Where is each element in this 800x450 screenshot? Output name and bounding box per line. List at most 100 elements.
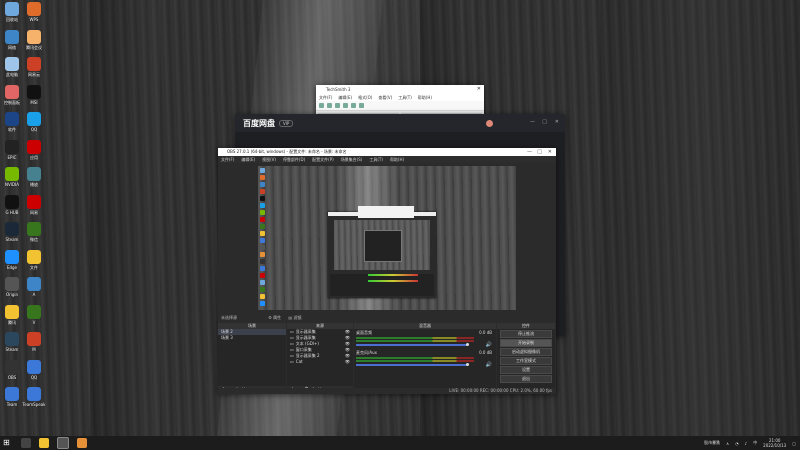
desktop-shortcut[interactable]: A <box>22 277 46 304</box>
desktop-shortcut[interactable]: G HUB <box>0 194 24 222</box>
shortcut-label: QQ <box>30 127 38 132</box>
clock[interactable]: 21:00 2022/10/13 <box>763 438 786 448</box>
obs-window[interactable]: OBS 27.0.1 (64-bit, windows) - 配置文件: 未命名… <box>218 148 556 394</box>
eye-icon[interactable]: 👁 <box>345 359 350 365</box>
desktop-shortcut[interactable]: 控制面板 <box>0 84 24 112</box>
obs-preview[interactable] <box>258 166 516 310</box>
obs-taskbar-icon[interactable] <box>57 437 69 449</box>
desktop-shortcut[interactable]: 此电脑 <box>0 57 24 84</box>
desktop-shortcut[interactable]: 腾讯 <box>0 304 24 332</box>
menu-item[interactable]: 工具(T) <box>369 156 383 163</box>
shortcut-label: MSI <box>30 99 38 105</box>
desktop-shortcut[interactable]: Edge <box>0 249 24 277</box>
minimize-icon[interactable]: — <box>530 119 535 125</box>
desktop-shortcut[interactable]: OBS <box>0 359 24 387</box>
tool-icon[interactable] <box>327 103 332 108</box>
desktop-shortcut[interactable]: M <box>22 332 46 359</box>
menu-item[interactable]: 视图(V) <box>262 156 276 163</box>
menu-item[interactable]: 格式(O) <box>358 94 372 101</box>
obs-titlebar[interactable]: OBS 27.0.1 (64-bit, windows) - 配置文件: 未命名… <box>218 148 556 156</box>
chevron-up-icon[interactable]: ∧ <box>726 441 729 446</box>
shortcut-label: 文件 <box>30 264 38 270</box>
menu-item[interactable]: 停靠部件(D) <box>283 156 305 163</box>
menu-item[interactable]: 工具(T) <box>398 94 412 101</box>
desktop-shortcut[interactable]: QQ <box>22 359 46 387</box>
mini-desktop-icon <box>260 217 265 222</box>
scene-item[interactable]: 场景 3 <box>218 335 286 341</box>
desktop-shortcut[interactable]: MSI <box>22 84 46 112</box>
windows-start-icon[interactable]: ⊞ <box>3 438 13 448</box>
speaker-icon[interactable]: 🔊 <box>486 362 492 368</box>
maximize-icon[interactable]: □ <box>537 148 542 156</box>
menu-item[interactable]: 编辑(E) <box>241 156 255 163</box>
search-icon[interactable] <box>21 438 31 448</box>
tool-icon[interactable] <box>359 103 364 108</box>
menu-item[interactable]: 查看(V) <box>378 94 392 101</box>
virtual-camera-button[interactable]: 启动虚拟摄像机 <box>500 348 552 356</box>
speaker-icon[interactable]: 🔊 <box>486 342 492 348</box>
settings-button[interactable]: 设置 <box>500 366 552 374</box>
volume-slider[interactable] <box>356 364 468 366</box>
menu-item[interactable]: 场景集合(S) <box>341 156 363 163</box>
tool-icon[interactable] <box>343 103 348 108</box>
shortcut-label: Origin <box>5 292 19 297</box>
source-item[interactable]: ▭ Cat 👁 <box>287 359 353 365</box>
desktop-shortcut[interactable]: 播放 <box>22 167 46 194</box>
volume-slider-handle[interactable] <box>466 363 469 366</box>
menu-item[interactable]: 帮助(H) <box>418 94 432 101</box>
studio-mode-button[interactable]: 工作室模式 <box>500 357 552 365</box>
folder-icon[interactable] <box>77 438 87 448</box>
desktop-shortcut[interactable]: 文件 <box>22 249 46 277</box>
desktop-shortcut[interactable]: Steam <box>0 332 24 359</box>
tool-icon[interactable] <box>319 103 324 108</box>
minimize-icon[interactable]: — <box>527 148 532 156</box>
close-icon[interactable]: ✕ <box>548 148 552 156</box>
menu-item[interactable]: 文件(F) <box>319 94 332 101</box>
menu-item[interactable]: 编辑(E) <box>338 94 352 101</box>
desktop-shortcut[interactable]: NVIDIA <box>0 167 24 194</box>
desktop-shortcut[interactable]: QQ <box>22 112 46 139</box>
vip-badge[interactable]: VIP <box>279 119 294 127</box>
desktop-shortcut[interactable]: V <box>22 304 46 332</box>
menu-item[interactable]: 帮助(H) <box>390 156 404 163</box>
properties-button[interactable]: ⚙ 属性 <box>268 315 281 320</box>
tool-icon[interactable] <box>335 103 340 108</box>
menu-item[interactable]: 配置文件(P) <box>312 156 334 163</box>
news-widget[interactable]: 股市暴跌 <box>704 440 720 446</box>
desktop-shortcut[interactable]: 回收站 <box>0 2 24 29</box>
exit-button[interactable]: 退出 <box>500 375 552 383</box>
desktop-shortcut[interactable]: 网易云 <box>22 57 46 84</box>
desktop-shortcut[interactable]: 微信 <box>22 222 46 249</box>
desktop-shortcut[interactable]: 软件 <box>0 112 24 139</box>
desktop-shortcut[interactable]: Steam <box>0 222 24 249</box>
shortcut-label: 微信 <box>30 237 38 242</box>
notepad-titlebar[interactable]: TechSmith 3 ✕ <box>316 85 484 94</box>
desktop-shortcut[interactable]: 腾讯会议 <box>22 29 46 57</box>
desktop-shortcut[interactable]: WPS <box>22 2 46 29</box>
filters-button[interactable]: ▤ 滤镜 <box>288 315 301 320</box>
menu-item[interactable]: 文件(F) <box>221 156 234 163</box>
desktop-shortcut[interactable]: Origin <box>0 277 24 304</box>
avatar[interactable] <box>486 120 493 127</box>
close-icon[interactable]: ✕ <box>477 85 481 94</box>
tool-icon[interactable] <box>351 103 356 108</box>
desktop-shortcut[interactable]: 应用 <box>22 139 46 167</box>
desktop-shortcut[interactable]: 网易 <box>22 194 46 222</box>
volume-icon[interactable]: ♪ <box>745 441 748 446</box>
network-icon[interactable]: ◔ <box>735 441 739 446</box>
start-recording-button[interactable]: 开始录制 <box>500 339 552 347</box>
close-icon[interactable]: ✕ <box>555 119 559 125</box>
maximize-icon[interactable]: □ <box>542 119 547 125</box>
volume-slider[interactable] <box>356 344 468 346</box>
netdisk-titlebar[interactable]: 百度网盘 VIP <box>235 114 565 132</box>
desktop-shortcut[interactable]: EPIC <box>0 139 24 167</box>
ime-icon[interactable]: 中 <box>753 440 757 446</box>
mini-desktop-icon <box>260 259 265 264</box>
file-explorer-icon[interactable] <box>39 438 49 448</box>
desktop-shortcut[interactable]: 网络 <box>0 29 24 57</box>
desktop-shortcut[interactable]: TeamSpeak <box>22 387 46 414</box>
volume-slider-handle[interactable] <box>466 343 469 346</box>
notification-icon[interactable]: ▢ <box>792 441 796 446</box>
stop-streaming-button[interactable]: 停止推流 <box>500 330 552 338</box>
desktop-shortcut[interactable]: Team <box>0 387 24 414</box>
